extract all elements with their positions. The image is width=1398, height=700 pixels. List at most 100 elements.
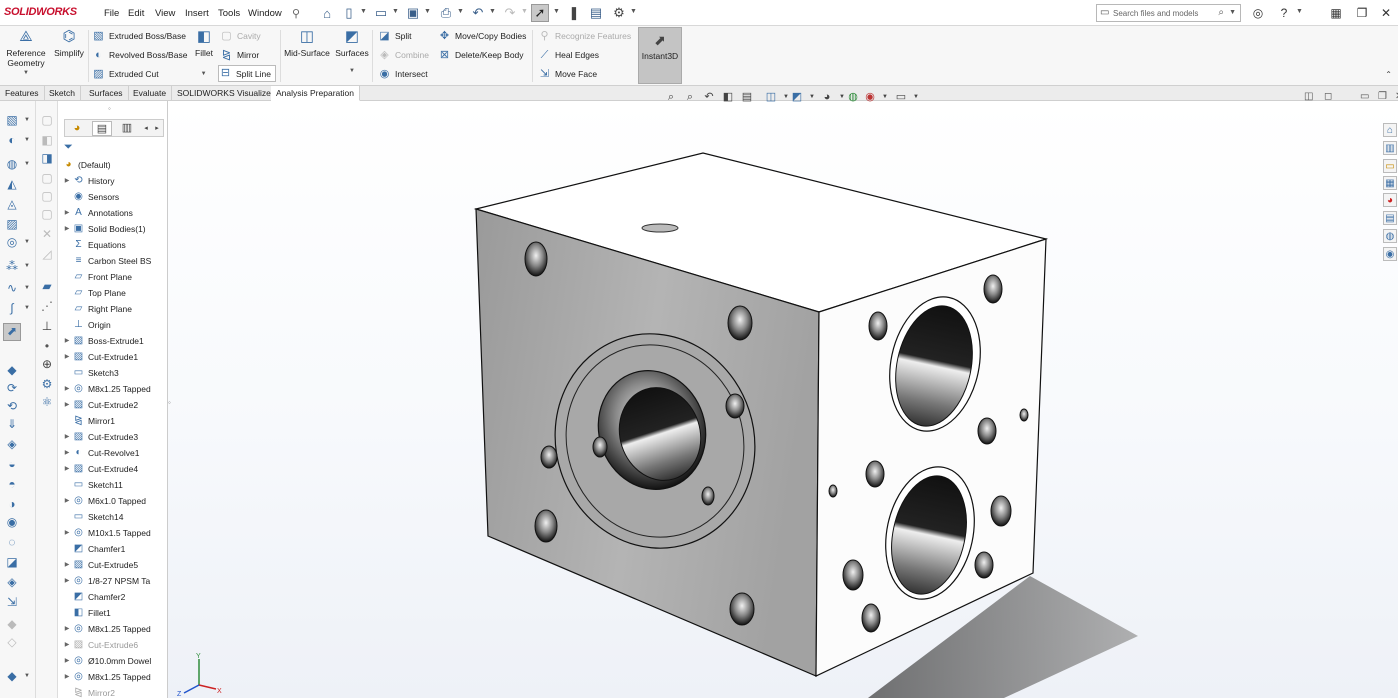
menu-insert[interactable]: Insert [185,8,209,19]
tree-node[interactable]: ▱ Front Plane [62,269,162,284]
tree-node[interactable]: ▶ ▨ Cut-Extrude6 [62,637,162,652]
revolved-boss-button[interactable]: ◐ Revolved Boss/Base [92,47,187,63]
menu-tools[interactable]: Tools [218,8,240,19]
point-icon[interactable]: • [39,339,55,353]
rib-icon[interactable]: ◆ [4,363,20,377]
feature-manager-tab-icon[interactable]: ◕ [67,121,87,136]
chevron-down-icon[interactable]: ▼ [489,8,496,15]
search-scope-icon[interactable]: ▭ [1100,7,1109,18]
tree-pin-icon[interactable]: ◦ [108,104,111,113]
tile-windows-icon[interactable]: ▦ [1328,5,1344,21]
tab-surfaces[interactable]: Surfaces [84,86,129,101]
tree-node[interactable]: ▶ ◎ M10x1.5 Tapped [62,525,162,540]
chevron-down-icon[interactable]: ▼ [360,8,367,15]
disabled-tool-icon[interactable]: ◇ [4,635,20,649]
chevron-down-icon[interactable]: ▼ [1296,8,1303,15]
chevron-down-icon[interactable]: ▼ [630,8,637,15]
close-window-icon[interactable]: ✕ [1378,5,1394,21]
expand-arrow-icon[interactable]: ▶ [62,177,72,184]
pin-icon[interactable]: ⚲ [287,4,305,22]
disabled-tool-icon[interactable]: ◧ [39,133,55,147]
tab-evaluate[interactable]: Evaluate [128,86,173,101]
disabled-tool-icon[interactable]: ◆ [4,617,20,631]
tree-node[interactable]: ≡ Carbon Steel BS [62,253,162,268]
center-of-mass-icon[interactable]: ⊕ [39,357,55,371]
sweep-icon[interactable]: ◍ [4,157,20,171]
delete-keep-body-button[interactable]: ⊠ Delete/Keep Body [438,47,524,63]
flex-icon[interactable]: ◑ [4,497,20,511]
extrude-icon[interactable]: ▧ [4,113,20,127]
shell-icon[interactable]: ◈ [4,437,20,451]
ribbon-collapse-icon[interactable]: ⌃ [1385,70,1392,79]
loft-icon[interactable]: ◭ [4,177,20,191]
tree-node[interactable]: ▶ ▣ Solid Bodies(1) [62,221,162,236]
graphics-area[interactable]: ⌕ ⌕ ↶ ◧ ▤ ◫ ▼ ◩ ▼ ◕ ▼ ◍ ◉ ▼ ▭ ▼ ◫ ◻ ▭ ❐ … [168,91,1398,698]
file-explorer-icon[interactable]: ▭ [1383,159,1397,173]
intersect-icon[interactable]: ◉ [4,515,20,529]
coordinate-system-icon[interactable]: ⊥ [39,319,55,333]
tree-node[interactable]: ▶ ▨ Cut-Extrude4 [62,461,162,476]
move-face-button[interactable]: ⇲ Move Face [538,66,597,82]
tree-node[interactable]: ▶ ◎ M8x1.25 Tapped [62,381,162,396]
help-icon[interactable]: ? [1276,5,1292,21]
expand-arrow-icon[interactable]: ▶ [62,353,72,360]
disabled-tool-icon[interactable]: ◿ [39,247,55,261]
hole-wizard-icon[interactable]: ◎ [4,235,20,249]
expand-arrow-icon[interactable]: ▶ [62,529,72,536]
freeform-icon[interactable]: ◌ [4,535,20,549]
smart-dimension-icon[interactable]: ◨ [39,151,55,165]
disabled-tool-icon[interactable]: ▢ [39,189,55,203]
chevron-down-icon[interactable]: ▼ [553,8,560,15]
print-icon[interactable]: ⎙ [437,4,455,22]
file-properties-icon[interactable]: ▤ [587,4,605,22]
traffic-light-icon[interactable]: ❚ [565,4,583,22]
split-button[interactable]: ◪ Split [378,28,411,44]
draft-icon[interactable]: ⇓ [4,417,20,431]
disabled-tool-icon[interactable]: ▢ [39,113,55,127]
tree-node[interactable]: ▱ Top Plane [62,285,162,300]
chevron-down-icon[interactable]: ▼ [521,8,528,15]
redo-icon[interactable]: ↷ [501,4,519,22]
expand-arrow-icon[interactable]: ▶ [62,625,72,632]
dome-icon[interactable]: ◒ [4,457,20,471]
tree-node[interactable]: ▶ ◎ M8x1.25 Tapped [62,621,162,636]
disabled-tool-icon[interactable]: ▢ [39,171,55,185]
property-manager-tab-icon[interactable]: ▤ [92,121,112,136]
revolve-icon[interactable]: ◐ [4,133,20,147]
tree-node[interactable]: ▶ ▧ Boss-Extrude1 [62,333,162,348]
tree-node[interactable]: ◩ Chamfer1 [62,541,162,556]
tree-node[interactable]: ▶ ◎ Ø10.0mm Dowel [62,653,162,668]
chevron-down-icon[interactable]: ▼ [1229,9,1236,16]
menu-edit[interactable]: Edit [128,8,144,19]
tab-sketch[interactable]: Sketch [44,86,81,101]
tab-analysis-preparation[interactable]: Analysis Preparation [271,86,360,101]
tab-features[interactable]: Features [0,86,45,101]
tree-root[interactable]: ◕ (Default) [62,157,162,172]
search-icon[interactable]: ⌕ [1218,7,1224,18]
curves-icon[interactable]: ∿ [4,281,20,295]
solidworks-logo[interactable]: SOLIDWORKS [4,6,77,18]
expand-arrow-icon[interactable]: ▶ [62,497,72,504]
move-face-icon[interactable]: ⇲ [4,595,20,609]
solidworks-resources-icon[interactable]: ⌂ [1383,123,1397,137]
intersect-button[interactable]: ◉ Intersect [378,66,428,82]
expand-arrow-icon[interactable]: ▶ [62,433,72,440]
expand-arrow-icon[interactable]: ▶ [62,337,72,344]
bounding-box-icon[interactable]: ⚛ [39,395,55,409]
expand-arrow-icon[interactable]: ▶ [62,561,72,568]
split-icon[interactable]: ◪ [4,555,20,569]
custom-properties-icon[interactable]: ▤ [1383,211,1397,225]
instant3d-toggle-icon[interactable]: ⬈ [3,323,21,341]
tree-node[interactable]: ▶ A Annotations [62,205,162,220]
instant3d-button[interactable]: ⬈ Instant3D [638,27,682,84]
tree-node[interactable]: ◩ Chamfer2 [62,589,162,604]
solidworks-forum-icon[interactable]: ◍ [1383,229,1397,243]
tree-node[interactable]: ▶ ◎ M8x1.25 Tapped [62,669,162,684]
home-icon[interactable]: ⌂ [318,4,336,22]
simplify-button[interactable]: ⌬ Simplify [52,28,86,58]
tree-node[interactable]: Σ Equations [62,237,162,252]
tree-node[interactable]: ▶ ▨ Cut-Extrude3 [62,429,162,444]
surfaces-button[interactable]: ◩ Surfaces ▼ [335,28,369,76]
fillet-button[interactable]: ◧ Fillet [192,28,216,58]
tree-node[interactable]: ◉ Sensors [62,189,162,204]
